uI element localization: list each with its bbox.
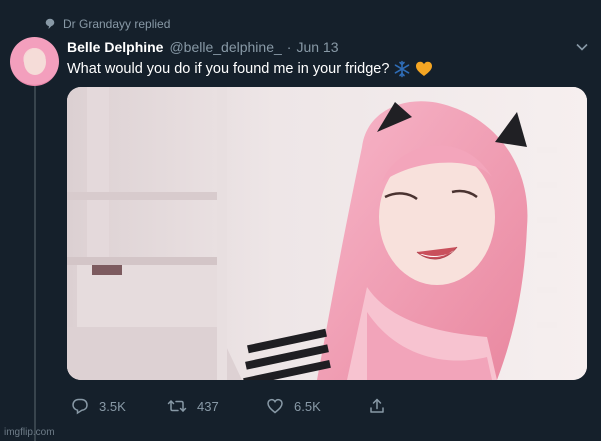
tweet-text: What would you do if you found me in you… [67, 61, 390, 77]
snowflake-icon [393, 60, 411, 78]
share-icon [370, 398, 384, 413]
thread-line [34, 84, 36, 441]
media-photo [67, 87, 587, 380]
reply-context-text[interactable]: Dr Grandayy replied [63, 17, 170, 31]
tweet-media-image[interactable] [67, 87, 587, 380]
tweet-text-row: What would you do if you found me in you… [67, 60, 587, 78]
tweet-date[interactable]: Jun 13 [296, 39, 338, 55]
like-count: 6.5K [294, 398, 321, 414]
avatar-face [24, 49, 46, 75]
retweet-count: 437 [197, 398, 219, 414]
reply-button[interactable]: 3.5K [71, 397, 167, 415]
avatar[interactable] [10, 37, 59, 86]
share-button[interactable] [368, 397, 386, 415]
separator: · [286, 39, 292, 55]
orange-heart-icon [415, 60, 433, 78]
like-button[interactable]: 6.5K [266, 397, 368, 415]
comment-icon [45, 18, 55, 30]
watermark: imgflip.com [4, 427, 55, 438]
retweet-icon [167, 400, 187, 412]
reply-count: 3.5K [99, 398, 126, 414]
author-name[interactable]: Belle Delphine [67, 39, 163, 55]
reply-context: Dr Grandayy replied [45, 16, 170, 32]
tweet-header: Belle Delphine @belle_delphine_ · Jun 13 [67, 38, 589, 56]
chevron-down-icon[interactable] [575, 40, 589, 54]
tweet-actions: 3.5K 437 6.5K [71, 397, 391, 415]
heart-icon [267, 398, 283, 414]
author-handle[interactable]: @belle_delphine_ [169, 39, 281, 55]
retweet-button[interactable]: 437 [167, 397, 266, 415]
reply-icon [72, 398, 88, 415]
